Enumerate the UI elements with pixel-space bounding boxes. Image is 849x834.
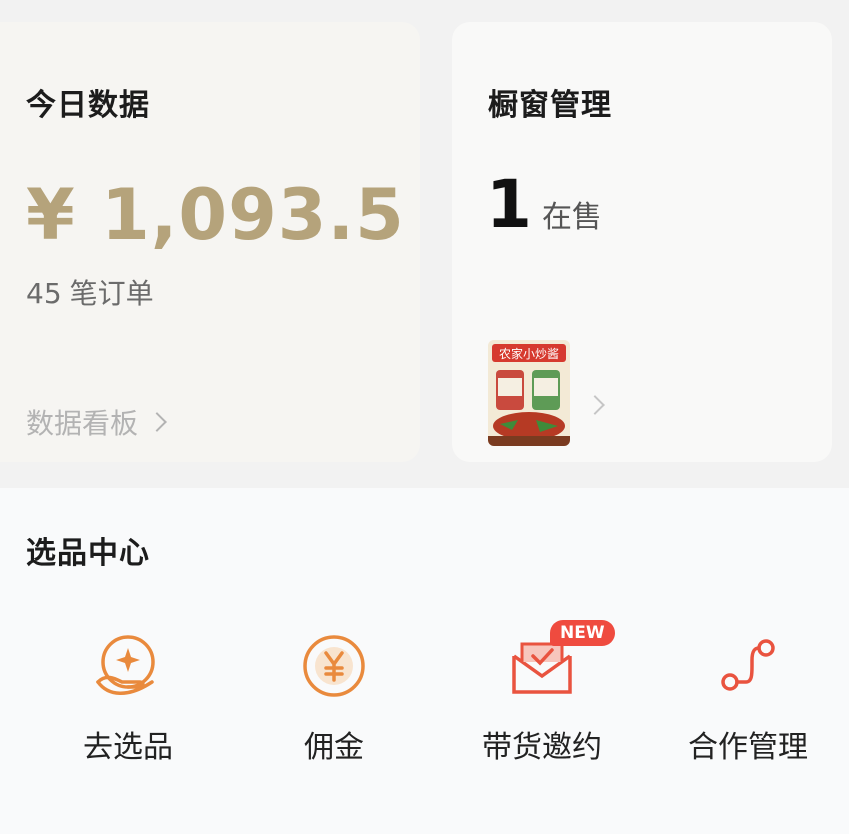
sales-invitation-button[interactable]: NEW 带货邀约 [442, 620, 642, 766]
product-image-text: 农家小炒酱 [499, 346, 559, 361]
showcase-card[interactable]: 橱窗管理 1 在售 农家小炒酱 [452, 22, 832, 462]
commission-button[interactable]: 佣金 [234, 626, 434, 766]
data-board-link[interactable]: 数据看板 [26, 402, 167, 442]
today-data-title: 今日数据 [26, 88, 150, 123]
today-amount: ¥ 1,093.5 [26, 174, 405, 256]
on-sale-count: 1 在售 [486, 172, 602, 238]
product-selection-title: 选品中心 [26, 536, 150, 571]
product-selection-section: 选品中心 去选品 佣金 NEW 带货邀约 合作管理 [0, 488, 849, 834]
order-count: 45 笔订单 [26, 272, 154, 312]
order-count-number: 45 [26, 277, 62, 310]
new-badge: NEW [550, 620, 615, 646]
cooperation-management-button[interactable]: 合作管理 [648, 626, 848, 766]
on-sale-label: 在售 [541, 200, 602, 235]
today-data-card[interactable]: 今日数据 ¥ 1,093.5 45 笔订单 数据看板 [0, 22, 420, 462]
showcase-title: 橱窗管理 [488, 88, 612, 123]
order-count-label: 笔订单 [69, 277, 154, 310]
sales-invitation-label: 带货邀约 [482, 730, 602, 765]
commission-label: 佣金 [304, 730, 364, 765]
product-image: 农家小炒酱 [488, 340, 570, 446]
go-select-label: 去选品 [83, 730, 173, 765]
hand-star-icon [88, 626, 168, 706]
route-icon [708, 626, 788, 706]
on-sale-number: 1 [486, 166, 532, 243]
product-thumbnail[interactable]: 农家小炒酱 [488, 340, 570, 446]
data-board-label: 数据看板 [26, 407, 139, 440]
go-select-button[interactable]: 去选品 [28, 626, 228, 766]
envelope-check-icon: NEW [502, 620, 615, 706]
cooperation-management-label: 合作管理 [688, 730, 808, 765]
yen-circle-icon [294, 626, 374, 706]
product-selection-entries: 去选品 佣金 NEW 带货邀约 合作管理 [0, 620, 849, 766]
chevron-right-icon[interactable] [585, 395, 605, 415]
chevron-right-icon [147, 412, 167, 432]
